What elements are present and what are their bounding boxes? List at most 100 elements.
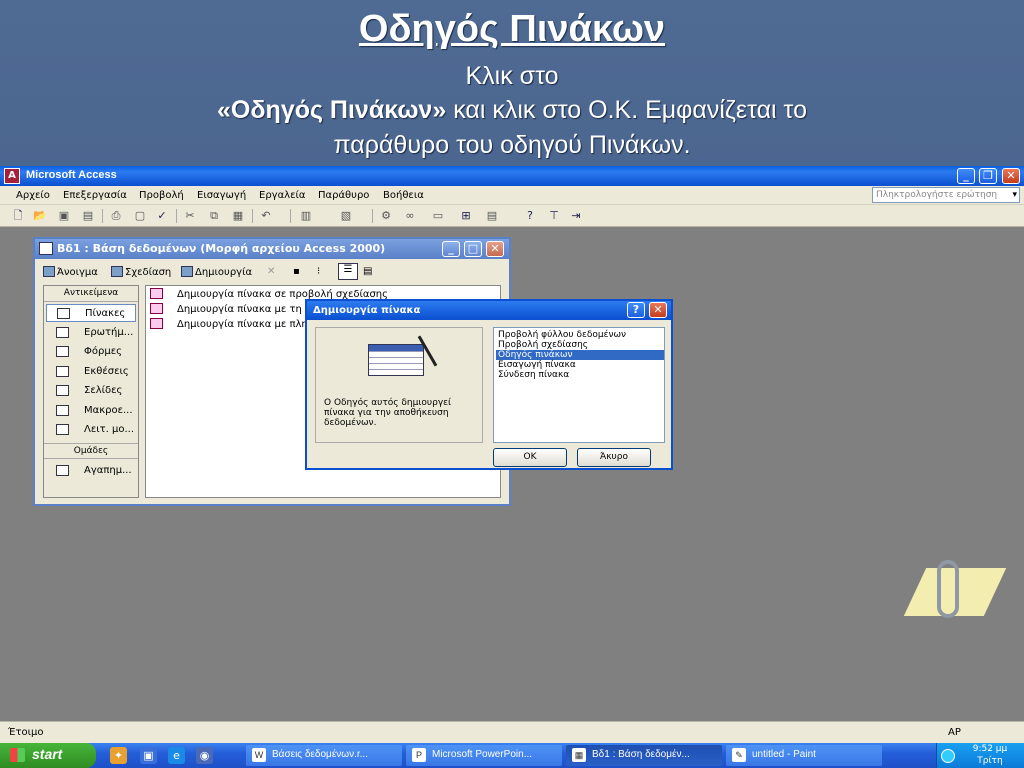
slide-title: Οδηγός Πινάκων bbox=[358, 8, 666, 50]
new-object-icon[interactable]: ▤ bbox=[484, 208, 500, 223]
option-import-table[interactable]: Εισαγωγή πίνακα bbox=[496, 360, 664, 370]
dialog-preview-panel: Ο Οδηγός αυτός δημιουργεί πίνακα για την… bbox=[315, 327, 483, 443]
more-buttons-icon[interactable]: ⇥ bbox=[568, 208, 584, 223]
restore-button[interactable]: ❐ bbox=[979, 168, 997, 184]
task-word[interactable]: W Βάσεις δεδομένων.r... bbox=[246, 745, 402, 766]
design-icon bbox=[111, 266, 123, 277]
groups-favorites[interactable]: Αγαπημ... bbox=[46, 462, 136, 480]
cut-icon[interactable]: ✂ bbox=[182, 208, 198, 223]
design-button[interactable]: Σχεδίαση bbox=[111, 266, 171, 278]
objects-tables-label: Πίνακες bbox=[85, 308, 126, 319]
objects-bar: Αντικείμενα Πίνακες Ερωτήμ... Φόρμες Εκθ… bbox=[43, 285, 139, 498]
new-table-options-list[interactable]: Προβολή φύλλου δεδομένων Προβολή σχεδίασ… bbox=[493, 327, 665, 443]
menu-view[interactable]: Προβολή bbox=[139, 190, 184, 201]
option-datasheet-view[interactable]: Προβολή φύλλου δεδομένων bbox=[496, 330, 664, 340]
objects-forms-label: Φόρμες bbox=[84, 346, 122, 357]
menu-file[interactable]: Αρχείο bbox=[16, 190, 50, 201]
delete-icon[interactable]: ✕ bbox=[267, 266, 275, 277]
objects-forms[interactable]: Φόρμες bbox=[46, 343, 136, 361]
slide-line-2-bold: «Οδηγός Πινάκων» bbox=[217, 96, 447, 124]
app-title: Microsoft Access bbox=[26, 169, 117, 181]
small-icons-icon[interactable]: ⁝ bbox=[317, 266, 320, 277]
quicklaunch-ie-icon[interactable]: e bbox=[168, 747, 185, 764]
create-icon bbox=[181, 266, 193, 277]
taskbar: start ✦ ▣ e ◉ W Βάσεις δεδομένων.r... P Mi… bbox=[0, 743, 1024, 768]
objects-modules-label: Λειτ. μο... bbox=[84, 424, 135, 435]
word-icon: W bbox=[252, 748, 266, 762]
table-icon bbox=[57, 308, 70, 319]
analyze-icon[interactable]: ▧ bbox=[338, 208, 354, 223]
details-view-icon[interactable]: ▤ bbox=[363, 266, 372, 277]
objects-reports[interactable]: Εκθέσεις bbox=[46, 363, 136, 381]
spell-icon[interactable]: ✓ bbox=[154, 208, 170, 223]
task-word-label: Βάσεις δεδομένων.r... bbox=[272, 749, 368, 760]
menu-help[interactable]: Βοήθεια bbox=[383, 190, 424, 201]
status-bar: Έτοιμο ΑΡ bbox=[0, 721, 1024, 743]
clock-icon[interactable]: 9:52 μμ bbox=[957, 744, 1023, 754]
page-icon bbox=[56, 385, 69, 396]
dialog-help-button[interactable]: ? bbox=[627, 302, 645, 318]
undo-icon[interactable]: ↶ bbox=[258, 208, 274, 223]
windows-flag-icon bbox=[10, 748, 25, 762]
objects-macros[interactable]: Μακροε... bbox=[46, 402, 136, 420]
tray-icon[interactable] bbox=[941, 749, 955, 763]
menu-tools[interactable]: Εργαλεία bbox=[259, 190, 305, 201]
search-file-icon[interactable]: ▤ bbox=[80, 208, 96, 223]
clippy-icon[interactable] bbox=[903, 560, 1007, 624]
objects-queries[interactable]: Ερωτήμ... bbox=[46, 324, 136, 342]
print-preview-icon[interactable]: ▢ bbox=[132, 208, 148, 223]
option-link-table[interactable]: Σύνδεση πίνακα bbox=[496, 370, 664, 380]
objects-modules[interactable]: Λειτ. μο... bbox=[46, 421, 136, 439]
new-icon[interactable]: 🗋 bbox=[10, 208, 26, 223]
menu-insert[interactable]: Εισαγωγή bbox=[197, 190, 246, 201]
dialog-close-button[interactable]: ✕ bbox=[649, 302, 667, 318]
database-task-icon: ▦ bbox=[572, 748, 586, 762]
dialog-titlebar[interactable]: Δημιουργία πίνακα ? ✕ bbox=[307, 301, 671, 320]
close-button[interactable]: ✕ bbox=[1002, 168, 1020, 184]
save-icon[interactable]: ▣ bbox=[56, 208, 72, 223]
task-access[interactable]: ▦ Βδ1 : Βάση δεδομέν... bbox=[566, 745, 722, 766]
script-icon[interactable]: ∞ bbox=[402, 208, 418, 223]
paste-icon[interactable]: ▦ bbox=[230, 208, 246, 223]
properties-icon[interactable]: ▭ bbox=[430, 208, 446, 223]
task-paint[interactable]: ✎ untitled - Paint bbox=[726, 745, 882, 766]
help-icon[interactable]: ? bbox=[522, 208, 538, 223]
large-icons-icon[interactable]: ▪ bbox=[293, 266, 300, 277]
table-wizard-icon bbox=[368, 344, 424, 376]
menu-edit[interactable]: Επεξεργασία bbox=[63, 190, 127, 201]
minimize-button[interactable]: _ bbox=[957, 168, 975, 184]
copy-icon[interactable]: ⧉ bbox=[206, 208, 222, 223]
quicklaunch-media-icon[interactable]: ◉ bbox=[196, 747, 213, 764]
relationships-icon[interactable]: ⊞ bbox=[458, 208, 474, 223]
cancel-button[interactable]: Άκυρο bbox=[577, 448, 651, 467]
open-button[interactable]: Άνοιγμα bbox=[43, 266, 98, 278]
quicklaunch-desktop-icon[interactable]: ▣ bbox=[140, 747, 157, 764]
db-close-button[interactable]: ✕ bbox=[486, 241, 504, 257]
app-titlebar[interactable]: A Microsoft Access _ ❐ ✕ bbox=[0, 166, 1024, 186]
menu-window[interactable]: Παράθυρο bbox=[318, 190, 369, 201]
tree-icon[interactable]: ⊤ bbox=[546, 208, 562, 223]
db-minimize-button[interactable]: _ bbox=[442, 241, 460, 257]
print-icon[interactable]: ⎙ bbox=[108, 208, 124, 223]
objects-pages[interactable]: Σελίδες bbox=[46, 382, 136, 400]
status-text: Έτοιμο bbox=[8, 727, 44, 738]
query-icon bbox=[56, 327, 69, 338]
start-button[interactable]: start bbox=[0, 743, 96, 768]
ok-button[interactable]: ΟΚ bbox=[493, 448, 567, 467]
option-design-view[interactable]: Προβολή σχεδίασης bbox=[496, 340, 664, 350]
office-links-icon[interactable]: ▥ bbox=[298, 208, 314, 223]
access-icon[interactable]: A bbox=[4, 168, 20, 184]
open-icon[interactable]: 📂 bbox=[32, 208, 48, 223]
create-button[interactable]: Δημιουργία bbox=[181, 266, 252, 278]
objects-tables[interactable]: Πίνακες bbox=[46, 304, 136, 322]
database-titlebar[interactable]: Βδ1 : Βάση δεδομένων (Μορφή αρχείου Acce… bbox=[35, 239, 509, 259]
option-table-wizard[interactable]: Οδηγός πινάκων bbox=[496, 350, 664, 360]
list-view-icon[interactable]: ☰ bbox=[338, 263, 358, 280]
db-maximize-button[interactable]: □ bbox=[464, 241, 482, 257]
task-powerpoint[interactable]: P Microsoft PowerPoin... bbox=[406, 745, 562, 766]
help-question-box[interactable]: Πληκτρολογήστε ερώτηση ▾ bbox=[872, 187, 1020, 203]
quicklaunch-app-icon[interactable]: ✦ bbox=[110, 747, 127, 764]
chevron-down-icon[interactable]: ▾ bbox=[1012, 190, 1017, 200]
code-icon[interactable]: ⚙ bbox=[378, 208, 394, 223]
module-icon bbox=[56, 424, 69, 435]
